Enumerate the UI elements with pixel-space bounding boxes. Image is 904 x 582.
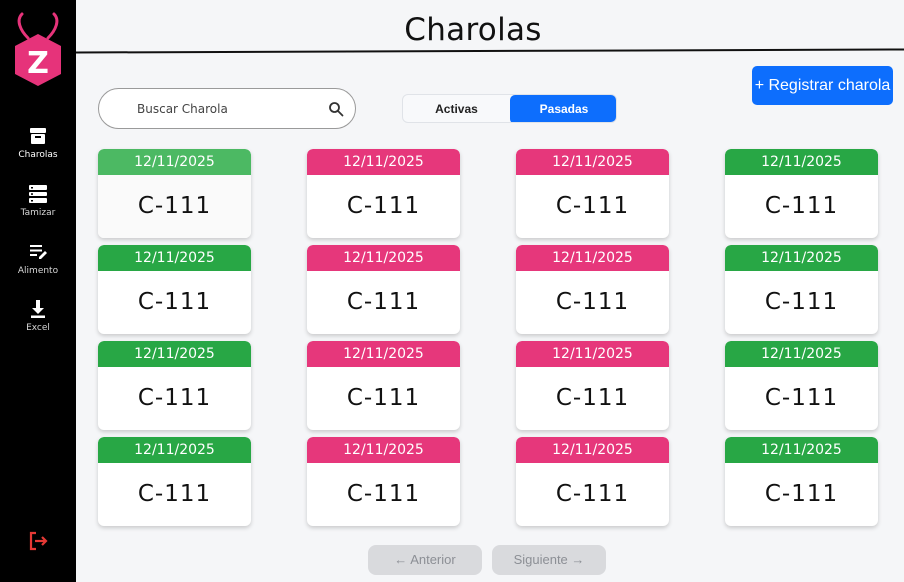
app-logo[interactable]: Z [6, 8, 70, 90]
charola-card[interactable]: 12/11/2025 C-111 [725, 437, 878, 526]
previous-page-button[interactable]: ← Anterior [368, 545, 482, 575]
card-code: C-111 [555, 289, 630, 315]
sidebar-item-label: Charolas [18, 150, 58, 160]
card-code: C-111 [346, 193, 421, 219]
page-title: Charolas [404, 12, 542, 48]
sidebar-item-alimento[interactable]: Alimento [0, 242, 76, 276]
card-code: C-111 [764, 193, 839, 219]
card-date: 12/11/2025 [725, 437, 878, 463]
previous-label: Anterior [410, 552, 456, 567]
card-code: C-111 [137, 385, 212, 411]
tab-pasadas[interactable]: Pasadas [510, 95, 616, 122]
charola-card[interactable]: 12/11/2025 C-111 [516, 149, 669, 238]
charola-card[interactable]: 12/11/2025 C-111 [725, 245, 878, 334]
card-code: C-111 [346, 385, 421, 411]
card-date: 12/11/2025 [516, 149, 669, 175]
card-date: 12/11/2025 [307, 245, 460, 271]
arrow-left-icon: ← [394, 552, 408, 567]
card-code: C-111 [346, 481, 421, 507]
arrow-right-icon: → [571, 552, 585, 567]
server-icon [29, 185, 47, 203]
charola-card[interactable]: 12/11/2025 C-111 [98, 149, 251, 238]
search-input[interactable] [137, 98, 317, 120]
card-code: C-111 [764, 481, 839, 507]
card-date: 12/11/2025 [307, 149, 460, 175]
charola-card[interactable]: 12/11/2025 C-111 [98, 245, 251, 334]
charola-card[interactable]: 12/11/2025 C-111 [516, 437, 669, 526]
card-code: C-111 [137, 289, 212, 315]
sidebar-item-tamizar[interactable]: Tamizar [0, 184, 76, 218]
search-box [98, 88, 356, 129]
card-code: C-111 [346, 289, 421, 315]
next-page-button[interactable]: Siguiente → [492, 545, 606, 575]
next-label: Siguiente [513, 552, 568, 567]
sidebar-item-label: Excel [26, 323, 50, 333]
main-content: Charolas + Registrar charola Activas Pas… [76, 0, 904, 582]
card-date: 12/11/2025 [516, 245, 669, 271]
card-date: 12/11/2025 [98, 437, 251, 463]
charola-card[interactable]: 12/11/2025 C-111 [725, 341, 878, 430]
sidebar-item-label: Tamizar [20, 208, 56, 218]
edit-list-icon [30, 245, 47, 259]
sidebar-item-charolas[interactable]: Charolas [0, 126, 76, 160]
card-code: C-111 [555, 385, 630, 411]
charola-card[interactable]: 12/11/2025 C-111 [98, 437, 251, 526]
charola-card[interactable]: 12/11/2025 C-111 [307, 341, 460, 430]
charola-card[interactable]: 12/11/2025 C-111 [307, 245, 460, 334]
charola-card[interactable]: 12/11/2025 C-111 [98, 341, 251, 430]
tab-activas[interactable]: Activas [403, 95, 510, 122]
card-date: 12/11/2025 [307, 341, 460, 367]
card-date: 12/11/2025 [98, 149, 251, 175]
search-icon[interactable] [328, 101, 344, 117]
sidebar-item-label: Alimento [17, 266, 59, 276]
card-date: 12/11/2025 [98, 245, 251, 271]
charola-card[interactable]: 12/11/2025 C-111 [307, 149, 460, 238]
card-code: C-111 [98, 175, 251, 238]
card-date: 12/11/2025 [516, 341, 669, 367]
archive-icon [30, 128, 46, 144]
card-date: 12/11/2025 [725, 341, 878, 367]
sidebar-item-excel[interactable]: Excel [0, 299, 76, 333]
status-tabs: Activas Pasadas [402, 94, 617, 123]
card-date: 12/11/2025 [725, 149, 878, 175]
card-date: 12/11/2025 [516, 437, 669, 463]
logout-icon[interactable] [27, 530, 49, 552]
title-divider [76, 48, 904, 54]
charola-card[interactable]: 12/11/2025 C-111 [516, 245, 669, 334]
charola-card[interactable]: 12/11/2025 C-111 [725, 149, 878, 238]
card-code: C-111 [137, 481, 212, 507]
card-code: C-111 [555, 481, 630, 507]
card-code: C-111 [764, 385, 839, 411]
download-icon [31, 300, 45, 318]
sidebar: Z Charolas Tamizar Alimento Excel [0, 0, 76, 582]
card-code: C-111 [555, 193, 630, 219]
logo-letter: Z [27, 46, 49, 81]
card-code: C-111 [764, 289, 839, 315]
register-charola-button[interactable]: + Registrar charola [752, 66, 893, 105]
charola-card[interactable]: 12/11/2025 C-111 [516, 341, 669, 430]
charola-card[interactable]: 12/11/2025 C-111 [307, 437, 460, 526]
card-date: 12/11/2025 [307, 437, 460, 463]
card-date: 12/11/2025 [98, 341, 251, 367]
card-date: 12/11/2025 [725, 245, 878, 271]
